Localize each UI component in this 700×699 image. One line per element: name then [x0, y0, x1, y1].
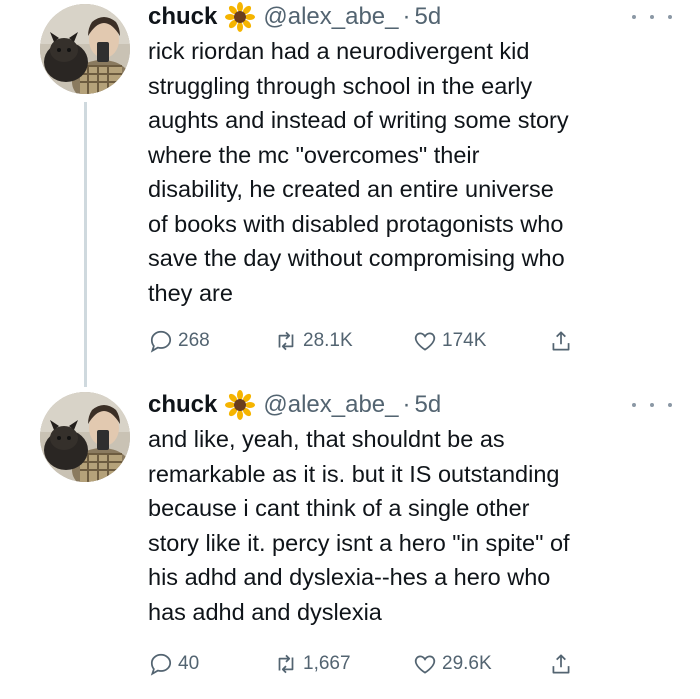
tweet[interactable]: chuck @alex_abe_ · 5d and like, yeah, th [0, 388, 700, 699]
sunflower-icon [225, 2, 256, 32]
retweet-icon [278, 331, 294, 351]
tweet[interactable]: chuck @alex_abe_ · 5d rick riordan had a [0, 0, 700, 387]
reply-count: 40 [178, 653, 200, 674]
retweet-count: 28.1K [303, 330, 353, 351]
heart-icon [414, 332, 436, 351]
timestamp[interactable]: 5d [415, 390, 442, 420]
user-handle[interactable]: @alex_abe_ [263, 390, 398, 420]
share-button[interactable] [548, 651, 578, 677]
reply-count: 268 [178, 330, 210, 351]
like-count: 29.6K [442, 653, 492, 674]
more-options-icon[interactable] [632, 6, 672, 28]
reply-icon [150, 330, 172, 353]
avatar[interactable] [40, 392, 130, 482]
retweet-button[interactable]: 1,667 [273, 651, 351, 677]
avatar-photo [40, 4, 130, 94]
like-button[interactable]: 29.6K [412, 651, 492, 677]
tweet-text: rick riordan had a neurodivergent kid st… [148, 38, 569, 306]
like-button[interactable]: 174K [412, 328, 486, 354]
tweet-header: chuck @alex_abe_ · 5d [148, 390, 441, 420]
separator-dot: · [402, 391, 411, 418]
tweet-header: chuck @alex_abe_ · 5d [148, 2, 441, 32]
display-name[interactable]: chuck [148, 2, 217, 32]
share-icon [552, 331, 570, 351]
avatar-photo [40, 392, 130, 482]
more-options-icon[interactable] [632, 394, 672, 416]
sunflower-icon [225, 390, 256, 420]
user-handle[interactable]: @alex_abe_ [263, 2, 398, 32]
heart-icon [414, 655, 436, 674]
retweet-icon [278, 654, 294, 674]
separator-dot: · [402, 3, 411, 30]
share-icon [552, 654, 570, 674]
timestamp[interactable]: 5d [415, 2, 442, 32]
like-count: 174K [442, 330, 487, 351]
retweet-count: 1,667 [303, 653, 351, 674]
reply-button[interactable]: 268 [148, 328, 210, 354]
thread-line [84, 102, 87, 387]
retweet-button[interactable]: 28.1K [273, 328, 353, 354]
reply-icon [150, 653, 172, 676]
reply-button[interactable]: 40 [148, 651, 199, 677]
tweet-text: and like, yeah, that shouldnt be as rema… [148, 426, 570, 625]
avatar[interactable] [40, 4, 130, 94]
display-name[interactable]: chuck [148, 390, 217, 420]
share-button[interactable] [548, 328, 578, 354]
